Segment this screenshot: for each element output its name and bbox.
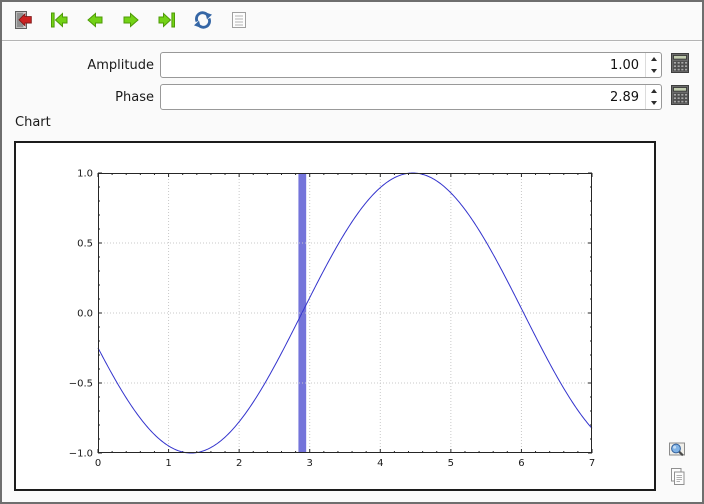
svg-text:2: 2 (236, 458, 242, 469)
chart-frame: 0 1 2 3 4 5 6 7 1.0 0.5 0.0 −0.5 −1.0 (14, 141, 656, 491)
copy-icon (667, 466, 687, 489)
svg-text:−0.5: −0.5 (69, 379, 93, 390)
svg-text:1.0: 1.0 (77, 169, 93, 180)
arrow-up-icon (650, 57, 657, 61)
phase-label: Phase (115, 90, 154, 105)
svg-text:0: 0 (95, 458, 101, 469)
phase-input[interactable] (161, 85, 645, 109)
zoom-chart-button[interactable] (665, 438, 689, 462)
chart-plot: 0 1 2 3 4 5 6 7 1.0 0.5 0.0 −0.5 −1.0 (69, 169, 595, 470)
quit-icon (11, 8, 35, 35)
refresh-icon (191, 8, 215, 35)
toolbar-separator (2, 40, 702, 41)
refresh-button[interactable] (190, 8, 216, 34)
go-last-button[interactable] (154, 8, 180, 34)
svg-text:0.0: 0.0 (77, 309, 93, 320)
phase-spin-up[interactable] (646, 85, 661, 97)
app-window: Amplitude Phase (0, 0, 704, 504)
go-next-icon (119, 8, 143, 35)
go-forward-button[interactable] (118, 8, 144, 34)
go-first-icon (47, 8, 71, 35)
quit-button[interactable] (10, 8, 36, 34)
svg-text:3: 3 (307, 458, 313, 469)
arrow-down-icon (650, 69, 657, 73)
go-previous-icon (83, 8, 107, 35)
svg-text:0.5: 0.5 (77, 239, 93, 250)
document-button[interactable] (226, 8, 252, 34)
chart-section-title: Chart (15, 115, 51, 130)
go-first-button[interactable] (46, 8, 72, 34)
svg-text:6: 6 (518, 458, 524, 469)
svg-text:−1.0: −1.0 (69, 449, 93, 460)
amplitude-calculator-button[interactable] (667, 52, 692, 77)
copy-chart-button[interactable] (665, 465, 689, 489)
amplitude-spin-down[interactable] (646, 65, 661, 77)
arrow-down-icon (650, 101, 657, 105)
toolbar (10, 8, 252, 34)
document-lines-icon (227, 8, 251, 35)
phase-calculator-button[interactable] (667, 84, 692, 109)
phase-spinbox (160, 84, 662, 110)
amplitude-spinbox (160, 52, 662, 78)
go-back-button[interactable] (82, 8, 108, 34)
calculator-icon (670, 53, 689, 76)
amplitude-label: Amplitude (87, 58, 154, 73)
phase-spin-buttons (645, 85, 661, 109)
phase-spin-down[interactable] (646, 97, 661, 109)
calculator-icon (670, 85, 689, 108)
svg-text:5: 5 (448, 458, 454, 469)
amplitude-spin-buttons (645, 53, 661, 77)
svg-text:1: 1 (165, 458, 171, 469)
arrow-up-icon (650, 89, 657, 93)
svg-text:4: 4 (377, 458, 383, 469)
zoom-image-icon (667, 439, 687, 462)
amplitude-spin-up[interactable] (646, 53, 661, 65)
amplitude-input[interactable] (161, 53, 645, 77)
go-last-icon (155, 8, 179, 35)
svg-text:7: 7 (589, 458, 595, 469)
